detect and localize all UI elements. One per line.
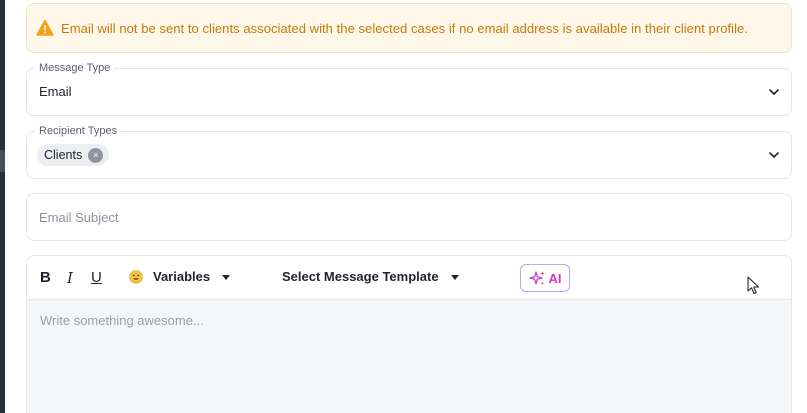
left-rail xyxy=(0,0,5,413)
rail-segment xyxy=(0,150,5,172)
recipient-types-label: Recipient Types xyxy=(35,124,122,138)
editor-placeholder[interactable]: Write something awesome... xyxy=(40,313,204,328)
message-type-value: Email xyxy=(39,84,72,99)
recipient-chip-clients: Clients × xyxy=(37,144,110,166)
bold-button[interactable]: B xyxy=(40,269,51,287)
emoji-icon[interactable] xyxy=(129,270,143,284)
message-editor[interactable]: B I U Variables Select Message Template xyxy=(26,255,792,413)
message-type-select[interactable]: Message Type Email xyxy=(26,61,792,116)
message-type-label: Message Type xyxy=(35,61,115,75)
ai-label: AI xyxy=(548,270,562,286)
underline-button[interactable]: U xyxy=(91,269,102,287)
variables-dropdown[interactable]: Variables xyxy=(153,269,231,285)
template-label: Select Message Template xyxy=(282,269,439,284)
italic-button[interactable]: I xyxy=(67,269,73,287)
mouse-cursor-icon xyxy=(747,276,761,296)
chevron-down-icon[interactable] xyxy=(767,148,781,162)
editor-toolbar: B I U Variables Select Message Template xyxy=(27,256,791,300)
chip-remove-icon[interactable]: × xyxy=(88,147,104,163)
variables-label: Variables xyxy=(153,269,211,284)
warning-triangle-icon xyxy=(36,19,54,37)
alert-message: Email will not be sent to clients associ… xyxy=(61,20,748,36)
message-template-dropdown[interactable]: Select Message Template xyxy=(282,269,459,285)
caret-down-icon xyxy=(450,274,459,280)
warning-alert: Email will not be sent to clients associ… xyxy=(26,3,792,53)
caret-down-icon xyxy=(222,274,231,280)
email-subject-input[interactable] xyxy=(27,194,791,240)
ai-button[interactable]: AI xyxy=(520,264,570,292)
chevron-down-icon[interactable] xyxy=(767,85,781,99)
email-subject-field[interactable] xyxy=(26,193,792,241)
chip-label: Clients xyxy=(44,148,83,162)
sparkles-icon xyxy=(528,270,546,287)
recipient-types-select[interactable]: Recipient Types Clients × xyxy=(26,124,792,179)
